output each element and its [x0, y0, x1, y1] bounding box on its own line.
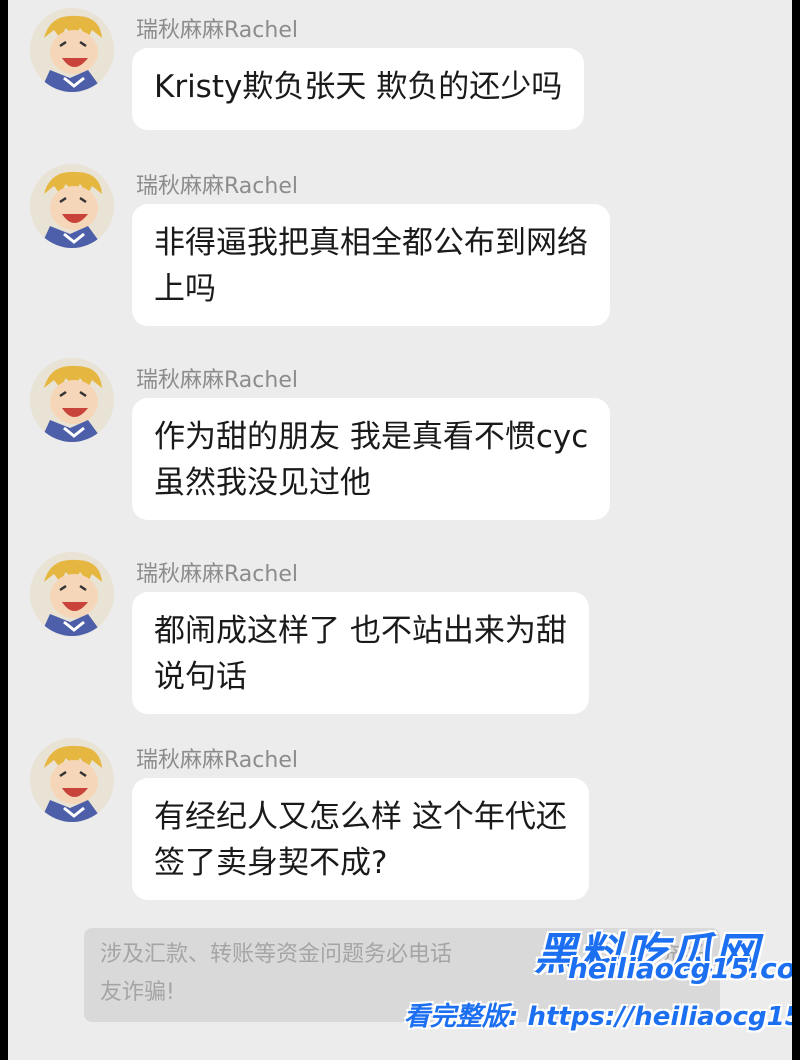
- anime-boy-avatar-icon: [30, 358, 114, 442]
- message-text: Kristy欺负张天 欺负的还少吗: [154, 69, 563, 105]
- message-text: 签了卖身契不成?: [154, 845, 388, 881]
- anime-boy-avatar-icon: [30, 164, 114, 248]
- avatar[interactable]: [30, 552, 114, 636]
- anime-boy-avatar-icon: [30, 738, 114, 822]
- message-bubble[interactable]: 都闹成这样了 也不站出来为甜 说句话: [132, 592, 589, 714]
- sender-name: 瑞秋麻麻Rachel: [136, 368, 298, 393]
- watermark-url: heiliaocg15.com: [568, 952, 792, 985]
- anime-boy-avatar-icon: [30, 8, 114, 92]
- chat-window: 瑞秋麻麻Rachel Kristy欺负张天 欺负的还少吗 瑞秋麻麻Rachel …: [8, 0, 792, 1060]
- message-text: 虽然我没见过他: [154, 465, 371, 501]
- sender-name: 瑞秋麻麻Rachel: [136, 18, 298, 43]
- anime-boy-avatar-icon: [30, 552, 114, 636]
- sender-name: 瑞秋麻麻Rachel: [136, 174, 298, 199]
- message-bubble[interactable]: 作为甜的朋友 我是真看不惯cyc 虽然我没见过他: [132, 398, 611, 520]
- watermark-link[interactable]: 看完整版: https://heiliaocg15.com: [404, 996, 792, 1033]
- message-text: 都闹成这样了 也不站出来为甜: [154, 613, 567, 649]
- message-text: 作为甜的朋友 我是真看不惯cyc: [154, 419, 589, 455]
- message-text: 有经纪人又怎么样 这个年代还: [154, 799, 567, 835]
- avatar[interactable]: [30, 358, 114, 442]
- avatar[interactable]: [30, 8, 114, 92]
- avatar[interactable]: [30, 164, 114, 248]
- sender-name: 瑞秋麻麻Rachel: [136, 748, 298, 773]
- message-bubble[interactable]: Kristy欺负张天 欺负的还少吗: [132, 48, 585, 130]
- message-bubble[interactable]: 非得逼我把真相全都公布到网络 上吗: [132, 204, 610, 326]
- message-text: 非得逼我把真相全都公布到网络: [154, 225, 588, 261]
- message-text: 说句话: [154, 659, 247, 695]
- avatar[interactable]: [30, 738, 114, 822]
- message-text: 上吗: [154, 271, 216, 307]
- message-bubble[interactable]: 有经纪人又怎么样 这个年代还 签了卖身契不成?: [132, 778, 589, 900]
- sender-name: 瑞秋麻麻Rachel: [136, 562, 298, 587]
